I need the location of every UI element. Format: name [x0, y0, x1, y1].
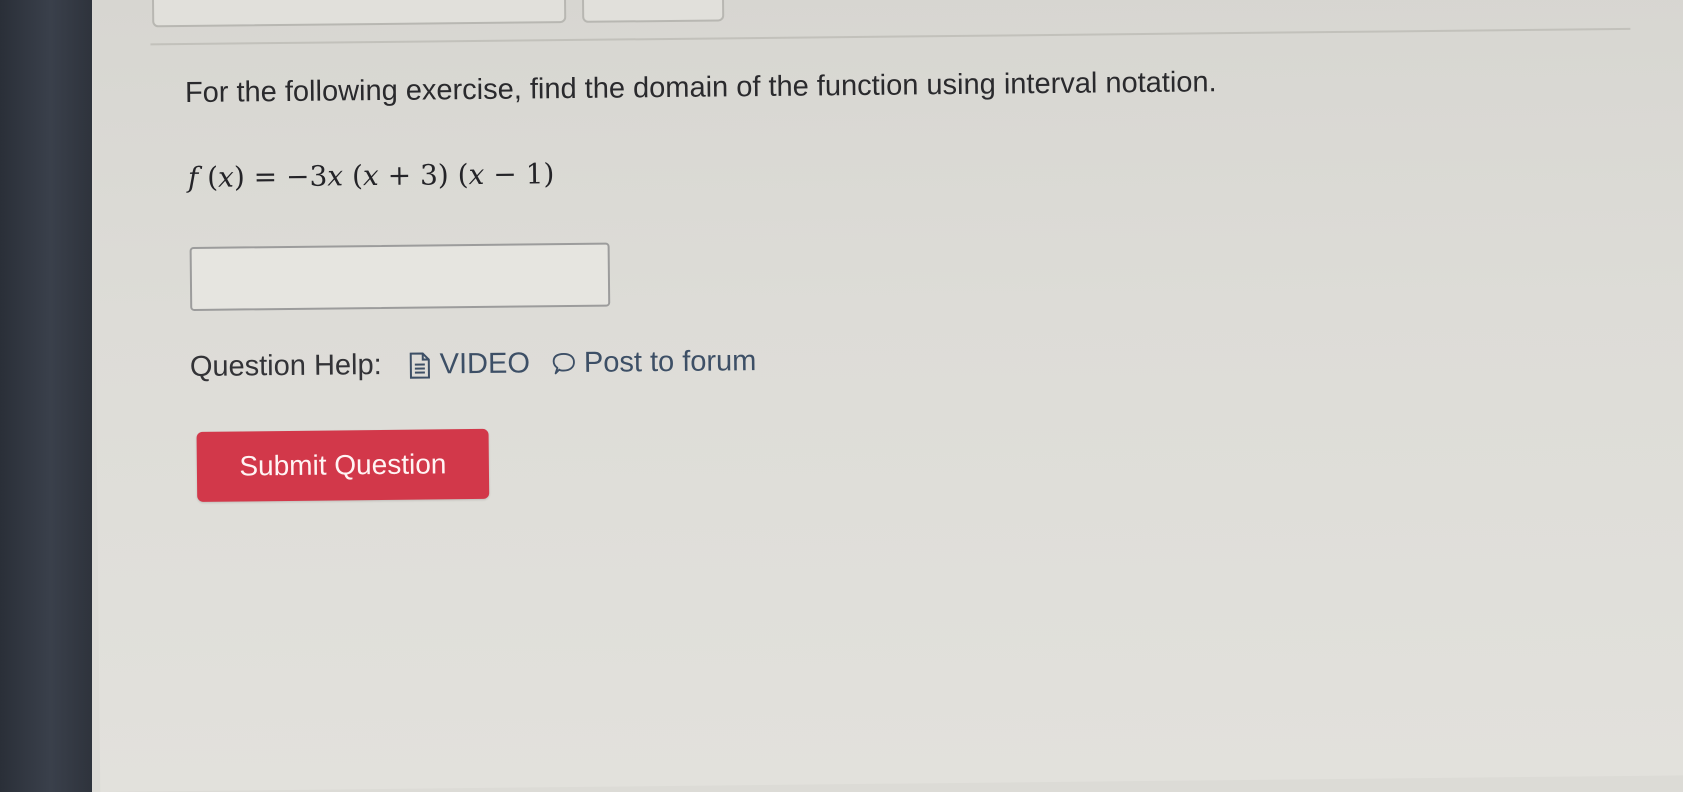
function-formula: f (x) = −3x (x + 3) (x − 1)	[188, 157, 555, 194]
formula-part: (	[198, 160, 219, 194]
speech-bubble-icon	[552, 349, 576, 377]
question-page: For the following exercise, find the dom…	[92, 0, 1683, 792]
post-to-forum-label: Post to forum	[583, 345, 757, 379]
answer-input[interactable]	[189, 242, 611, 311]
formula-x: x	[327, 159, 344, 193]
video-link[interactable]: VIDEO	[407, 347, 530, 381]
formula-part: − 1)	[484, 157, 555, 191]
top-input-box[interactable]	[151, 0, 567, 28]
screen-bezel	[0, 0, 92, 792]
formula-part: ) = −3	[233, 159, 328, 194]
question-prompt: For the following exercise, find the dom…	[184, 66, 1217, 110]
post-to-forum-link[interactable]: Post to forum	[552, 345, 757, 380]
document-icon	[408, 351, 432, 379]
section-divider	[150, 27, 1631, 46]
formula-x: x	[362, 159, 379, 193]
submit-question-button[interactable]: Submit Question	[196, 428, 490, 502]
formula-part: + 3) (	[378, 158, 469, 193]
question-help-label: Question Help:	[189, 348, 382, 383]
formula-x: x	[468, 157, 485, 192]
top-button-box[interactable]	[581, 0, 725, 23]
formula-part: (	[342, 159, 364, 193]
video-link-label: VIDEO	[439, 347, 531, 381]
question-help: Question Help: VIDEO Post to forum	[190, 345, 757, 384]
formula-x: x	[217, 160, 235, 194]
